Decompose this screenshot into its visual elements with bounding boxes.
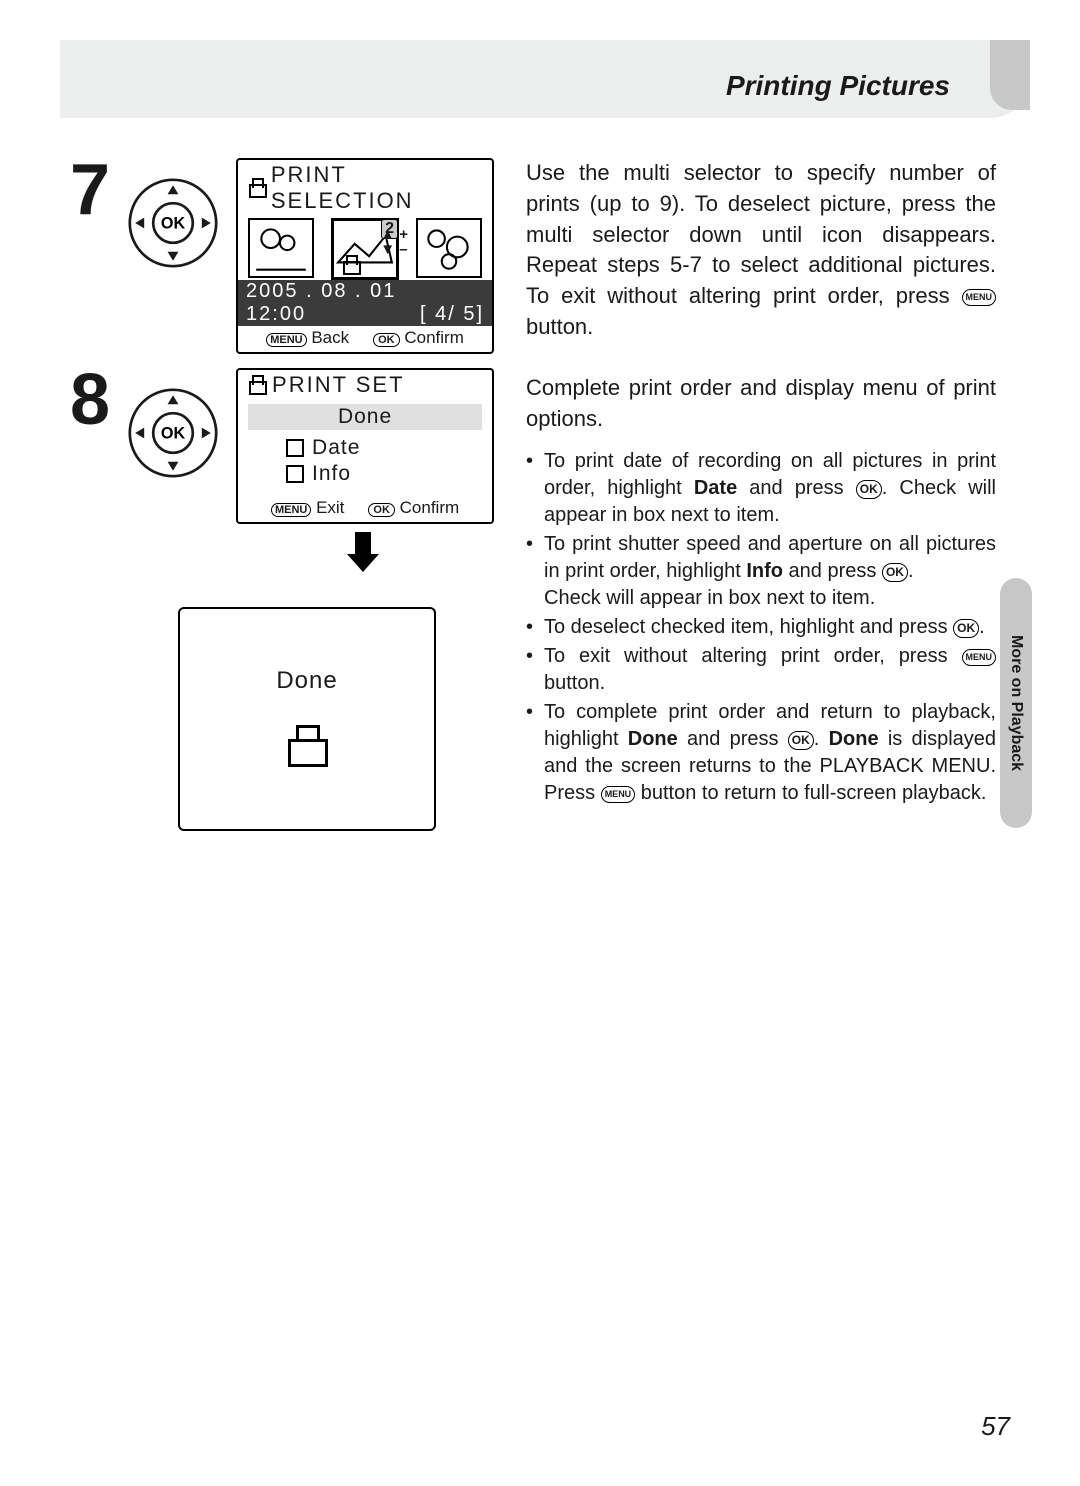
page-header: Printing Pictures bbox=[70, 40, 1030, 130]
bullet-list: To print date of recording on all pictur… bbox=[526, 448, 996, 807]
print-icon bbox=[246, 375, 266, 395]
ok-icon: OK bbox=[856, 480, 882, 499]
list-item: To complete print order and return to pl… bbox=[526, 699, 996, 807]
menu-icon: MENU bbox=[601, 786, 636, 803]
screen-footer: MENU Back OK Confirm bbox=[238, 326, 492, 352]
menu-done: Done bbox=[248, 404, 482, 430]
print-icon bbox=[284, 725, 330, 771]
step-7: 7 OK bbox=[70, 158, 490, 354]
screen-title: PRINT SELECTION bbox=[271, 162, 484, 214]
footer-back: MENU Back bbox=[266, 328, 349, 348]
menu-icon: MENU bbox=[962, 649, 997, 666]
screen-title-row: PRINT SET bbox=[238, 370, 492, 400]
ok-icon: OK bbox=[882, 563, 908, 582]
multi-selector-icon: OK bbox=[128, 178, 218, 268]
left-column: 7 OK bbox=[70, 158, 490, 831]
manual-page: Printing Pictures 7 OK bbox=[0, 0, 1080, 1486]
footer-confirm: OK Confirm bbox=[373, 328, 464, 348]
screen-info-bar: 2005 . 08 . 01 bbox=[238, 280, 492, 303]
list-item: To deselect checked item, highlight and … bbox=[526, 614, 996, 641]
menu-icon: MENU bbox=[266, 333, 306, 347]
checkbox-icon bbox=[286, 465, 304, 483]
page-title: Printing Pictures bbox=[726, 70, 950, 102]
svg-text:OK: OK bbox=[161, 424, 186, 442]
svg-text:OK: OK bbox=[161, 214, 186, 232]
photo-date: 2005 . 08 . 01 bbox=[246, 280, 396, 303]
step7-text: Use the multi selector to specify number… bbox=[526, 158, 996, 343]
plus-minus-icon: ▲ +▼ – bbox=[380, 227, 408, 257]
screen-title-row: PRINT SELECTION bbox=[238, 160, 492, 216]
print-selection-screen: PRINT SELECTION 2 ▲ +▼ – bbox=[236, 158, 494, 354]
checkbox-icon bbox=[286, 439, 304, 457]
ok-icon: OK bbox=[788, 731, 814, 750]
list-item: To print shutter speed and aperture on a… bbox=[526, 531, 996, 612]
ok-icon: OK bbox=[953, 619, 979, 638]
thumbnail-selected: 2 ▲ +▼ – bbox=[331, 218, 399, 280]
step-number: 8 bbox=[70, 368, 110, 593]
down-arrow-icon bbox=[236, 530, 490, 583]
done-screen: Done bbox=[178, 607, 436, 831]
thumbnail bbox=[416, 218, 482, 278]
page-number: 57 bbox=[981, 1411, 1010, 1442]
screen-footer: MENU Exit OK Confirm bbox=[238, 496, 492, 522]
menu-info: Info bbox=[248, 462, 482, 486]
print-set-screen: PRINT SET Done Date Info MENU Exit OK Co… bbox=[236, 368, 494, 524]
photo-counter: [ 4/ 5] bbox=[420, 303, 484, 326]
menu-date: Date bbox=[248, 436, 482, 460]
right-column: Use the multi selector to specify number… bbox=[526, 158, 996, 831]
step-number: 7 bbox=[70, 158, 110, 354]
screen-title: PRINT SET bbox=[272, 372, 405, 398]
thumbnail bbox=[248, 218, 314, 278]
done-label: Done bbox=[276, 667, 337, 695]
ok-icon: OK bbox=[373, 333, 400, 347]
photo-time: 12:00 bbox=[246, 303, 306, 326]
list-item: To exit without altering print order, pr… bbox=[526, 643, 996, 697]
section-tab: More on Playback bbox=[1000, 578, 1032, 828]
menu-icon: MENU bbox=[271, 503, 311, 517]
header-corner-tab bbox=[990, 40, 1030, 110]
footer-exit: MENU Exit bbox=[271, 498, 344, 518]
thumbnail-row: 2 ▲ +▼ – bbox=[238, 216, 492, 280]
ok-icon: OK bbox=[368, 503, 395, 517]
step-8: 8 OK bbox=[70, 368, 490, 593]
footer-confirm: OK Confirm bbox=[368, 498, 459, 518]
multi-selector-icon: OK bbox=[128, 388, 218, 478]
step8-intro: Complete print order and display menu of… bbox=[526, 373, 996, 435]
screen-info-bar: 12:00 [ 4/ 5] bbox=[238, 303, 492, 326]
list-item: To print date of recording on all pictur… bbox=[526, 448, 996, 529]
print-icon bbox=[340, 255, 360, 275]
print-icon bbox=[246, 178, 265, 198]
menu-icon: MENU bbox=[962, 289, 997, 306]
